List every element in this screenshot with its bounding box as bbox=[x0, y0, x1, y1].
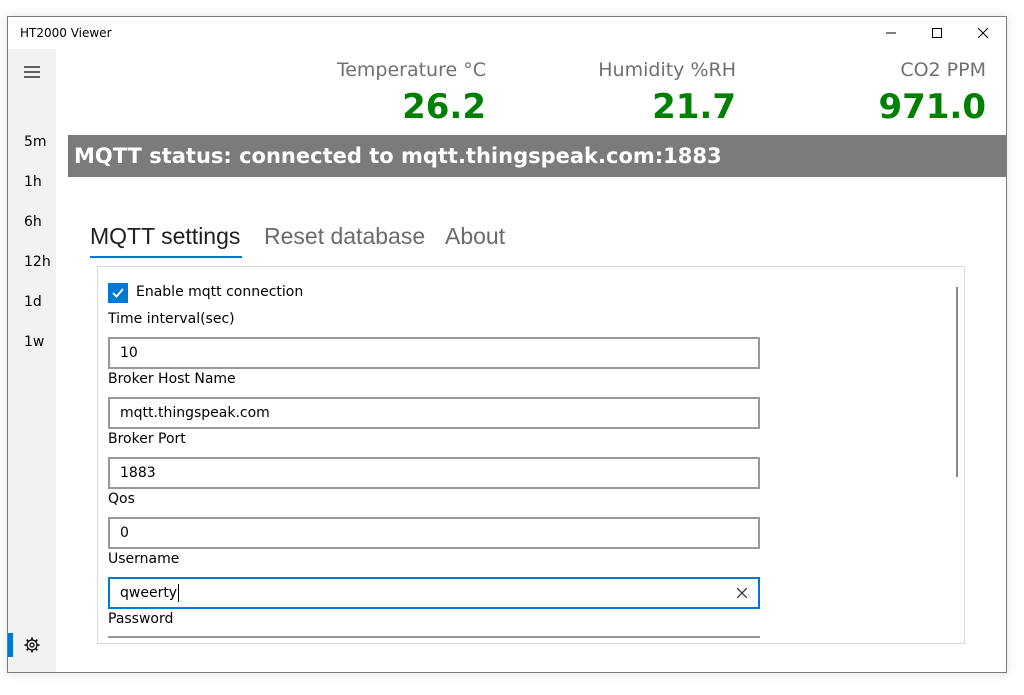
co2-value: 971.0 bbox=[878, 87, 986, 127]
humidity-value: 21.7 bbox=[652, 87, 736, 127]
text-caret bbox=[178, 584, 180, 602]
mqtt-status-bar: MQTT status: connected to mqtt.thingspea… bbox=[68, 135, 1006, 177]
time-interval-value: 10 bbox=[120, 345, 138, 361]
settings-nav-button[interactable] bbox=[8, 627, 56, 663]
clear-text-button[interactable] bbox=[732, 583, 752, 603]
broker-port-input[interactable]: 1883 bbox=[108, 457, 760, 489]
gear-icon bbox=[24, 637, 40, 653]
broker-port-value: 1883 bbox=[120, 465, 156, 481]
range-item-5m[interactable]: 5m bbox=[8, 124, 56, 160]
panel-scrollbar[interactable] bbox=[956, 287, 958, 477]
qos-label: Qos bbox=[108, 491, 135, 507]
temperature-label: Temperature °C bbox=[336, 59, 486, 81]
time-interval-input[interactable]: 10 bbox=[108, 337, 760, 369]
qos-input[interactable]: 0 bbox=[108, 517, 760, 549]
tab-about[interactable]: About bbox=[445, 223, 505, 250]
time-interval-label: Time interval(sec) bbox=[108, 311, 235, 327]
enable-mqtt-label[interactable]: Enable mqtt connection bbox=[136, 284, 303, 300]
main-content: Temperature °C 26.2 Humidity %RH 21.7 CO… bbox=[56, 49, 1006, 672]
temperature-value: 26.2 bbox=[402, 87, 486, 127]
password-label: Password bbox=[108, 611, 174, 627]
tab-mqtt-settings[interactable]: MQTT settings bbox=[90, 223, 240, 250]
mqtt-settings-panel: Enable mqtt connection Time interval(sec… bbox=[97, 266, 965, 644]
username-label: Username bbox=[108, 551, 180, 567]
password-input[interactable] bbox=[108, 636, 760, 643]
broker-host-input[interactable]: mqtt.thingspeak.com bbox=[108, 397, 760, 429]
close-button[interactable] bbox=[960, 17, 1006, 49]
app-window: HT2000 Viewer 5m 1h 6h 12h 1d 1w Tempera… bbox=[7, 16, 1007, 673]
nav-sidebar: 5m 1h 6h 12h 1d 1w bbox=[8, 49, 56, 672]
enable-mqtt-checkbox[interactable] bbox=[108, 283, 128, 303]
close-icon bbox=[978, 28, 988, 38]
broker-host-value: mqtt.thingspeak.com bbox=[120, 405, 270, 421]
broker-port-label: Broker Port bbox=[108, 431, 186, 447]
title-bar[interactable]: HT2000 Viewer bbox=[8, 17, 1006, 49]
range-item-1d[interactable]: 1d bbox=[8, 284, 56, 320]
hamburger-menu-icon bbox=[24, 66, 40, 78]
range-item-1h[interactable]: 1h bbox=[8, 164, 56, 200]
checkmark-icon bbox=[112, 288, 124, 298]
clear-icon bbox=[737, 588, 747, 598]
hamburger-menu-button[interactable] bbox=[8, 57, 56, 87]
co2-reading: CO2 PPM 971.0 bbox=[726, 49, 986, 127]
tab-reset-database[interactable]: Reset database bbox=[264, 223, 425, 250]
humidity-reading: Humidity %RH 21.7 bbox=[476, 49, 736, 127]
maximize-button[interactable] bbox=[914, 17, 960, 49]
co2-label: CO2 PPM bbox=[900, 59, 986, 81]
humidity-label: Humidity %RH bbox=[598, 59, 736, 81]
broker-host-label: Broker Host Name bbox=[108, 371, 236, 387]
qos-value: 0 bbox=[120, 525, 129, 541]
maximize-icon bbox=[932, 28, 942, 38]
temperature-reading: Temperature °C 26.2 bbox=[226, 49, 486, 127]
minimize-icon bbox=[886, 32, 896, 34]
range-item-6h[interactable]: 6h bbox=[8, 204, 56, 240]
username-input[interactable]: qweerty bbox=[108, 577, 760, 609]
range-item-12h[interactable]: 12h bbox=[8, 244, 56, 280]
minimize-button[interactable] bbox=[868, 17, 914, 49]
selected-tab-indicator bbox=[90, 256, 242, 258]
range-item-1w[interactable]: 1w bbox=[8, 324, 56, 360]
app-title: HT2000 Viewer bbox=[20, 26, 112, 40]
username-value: qweerty bbox=[120, 585, 178, 601]
